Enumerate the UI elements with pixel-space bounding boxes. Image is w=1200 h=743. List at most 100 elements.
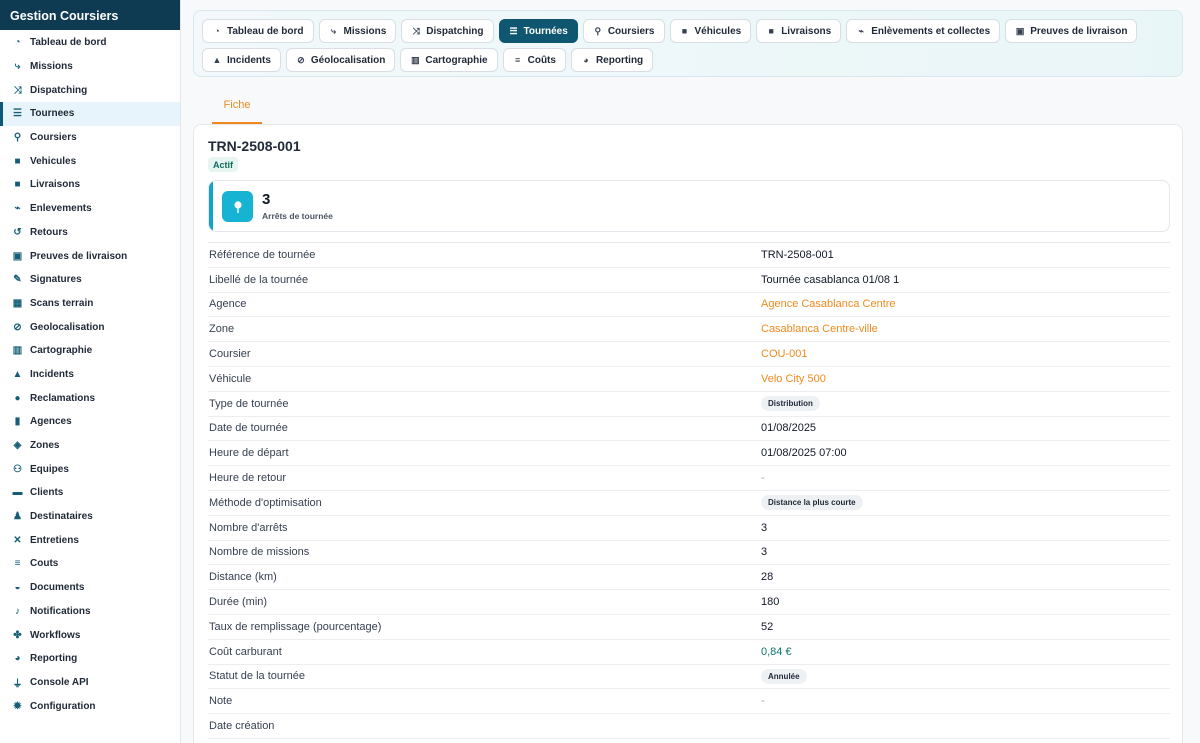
- sidebar-item-retours[interactable]: ↺ Retours: [0, 221, 180, 245]
- gear-icon: ✹: [13, 700, 22, 712]
- nav-button-2[interactable]: ⤨ Dispatching: [401, 19, 494, 43]
- nav-button-label: Coursiers: [607, 25, 655, 37]
- field-label: Distance (km): [209, 571, 277, 584]
- stat-value: 3: [262, 191, 271, 208]
- sidebar-item-tableau-de-bord[interactable]: ◔ Tableau de bord: [0, 31, 180, 55]
- sidebar-item-dispatching[interactable]: ⤨ Dispatching: [0, 78, 180, 102]
- clipboard-check-icon: ▣: [1015, 25, 1025, 36]
- detail-row: Taux de remplissage (pourcentage) 52: [208, 615, 1170, 640]
- sidebar-item-console-api[interactable]: ⏚ Console API: [0, 671, 180, 695]
- sidebar-item-signatures[interactable]: ✎ Signatures: [0, 268, 180, 292]
- field-label: Heure de retour: [209, 472, 287, 485]
- sidebar-item-label: Console API: [30, 676, 89, 688]
- nav-button-1[interactable]: ⤷ Missions: [318, 19, 397, 43]
- field-value[interactable]: COU-001: [761, 348, 807, 360]
- sidebar-item-label: Agences: [30, 416, 72, 428]
- sidebar-item-coursiers[interactable]: ⚲ Coursiers: [0, 126, 180, 150]
- nav-button-3[interactable]: ☰ Tournées: [498, 19, 578, 43]
- sidebar-item-workflows[interactable]: ✤ Workflows: [0, 623, 180, 647]
- sidebar-item-label: Zones: [30, 440, 60, 452]
- delivery-truck-icon: ■: [14, 179, 21, 191]
- sidebar-item-zones[interactable]: ◈ Zones: [0, 434, 180, 458]
- nav-button-label: Reporting: [595, 54, 644, 66]
- sidebar-item-entretiens[interactable]: ✕ Entretiens: [0, 528, 180, 552]
- sidebar-item-couts[interactable]: ≡ Couts: [0, 552, 180, 576]
- field-label: Heure de départ: [209, 447, 289, 460]
- sidebar-item-label: Preuves de livraison: [30, 250, 128, 262]
- value-badge: Distance la plus courte: [761, 495, 863, 511]
- clipboard-check-icon: ▣: [12, 250, 23, 262]
- nav-button-10[interactable]: ⊘ Géolocalisation: [285, 48, 396, 72]
- detail-row: Agence Agence Casablanca Centre: [208, 293, 1170, 318]
- nav-button-5[interactable]: ■ Véhicules: [669, 19, 752, 43]
- field-value: -: [761, 695, 765, 708]
- shuffle-icon: ⤨: [412, 25, 420, 36]
- nav-button-label: Coûts: [527, 54, 556, 66]
- nav-button-11[interactable]: ▥ Cartographie: [400, 48, 498, 72]
- detail-row: Heure de retour -: [208, 466, 1170, 491]
- warning-icon: ▲: [12, 368, 23, 380]
- field-value[interactable]: Casablanca Centre-ville: [761, 323, 878, 335]
- sidebar-item-label: Workflows: [30, 629, 81, 641]
- map-icon: ▥: [12, 345, 23, 357]
- field-label: Taux de remplissage (pourcentage): [209, 620, 382, 633]
- sidebar-item-reporting[interactable]: ◕ Reporting: [0, 647, 180, 671]
- field-label: Date création: [209, 720, 275, 733]
- nav-button-6[interactable]: ■ Livraisons: [756, 19, 842, 43]
- bicycle-icon: ⚲: [594, 25, 602, 36]
- sidebar-item-agences[interactable]: ▮ Agences: [0, 410, 180, 434]
- sidebar-item-notifications[interactable]: ♪ Notifications: [0, 600, 180, 624]
- sidebar-item-tournees[interactable]: ☰ Tournees: [0, 102, 180, 126]
- sidebar-item-preuves-de-livraison[interactable]: ▣ Preuves de livraison: [0, 244, 180, 268]
- nav-button-13[interactable]: ◕ Reporting: [570, 48, 654, 72]
- nav-button-0[interactable]: ◔ Tableau de bord: [202, 19, 314, 43]
- field-label: Libellé de la tournée: [209, 273, 309, 286]
- sidebar-item-label: Missions: [30, 61, 73, 73]
- nav-button-4[interactable]: ⚲ Coursiers: [582, 19, 665, 43]
- record-title: TRN-2508-001: [208, 138, 301, 154]
- detail-row: Zone Casablanca Centre-ville: [208, 317, 1170, 343]
- field-value[interactable]: Velo City 500: [761, 373, 826, 385]
- sidebar-item-scans-terrain[interactable]: ▦ Scans terrain: [0, 292, 180, 316]
- chart-pie-icon: ◕: [583, 55, 589, 65]
- sidebar-item-label: Cartographie: [30, 345, 93, 357]
- sidebar-item-label: Entretiens: [30, 534, 79, 546]
- nav-button-7[interactable]: ⌁ Enlèvements et collectes: [846, 19, 1001, 43]
- field-value: 28: [761, 571, 774, 584]
- nav-button-label: Tournées: [523, 25, 568, 37]
- sidebar-item-reclamations[interactable]: ● Reclamations: [0, 386, 180, 410]
- chart-pie-icon: ◕: [14, 653, 21, 665]
- nav-button-9[interactable]: ▲ Incidents: [202, 48, 281, 72]
- sidebar: Gestion Coursiers ◔ Tableau de bord ⤷ Missi…: [0, 0, 181, 743]
- sidebar-item-configuration[interactable]: ✹ Configuration: [0, 694, 180, 718]
- sidebar-item-clients[interactable]: ▬ Clients: [0, 481, 180, 505]
- sidebar-item-geolocalisation[interactable]: ⊘ Geolocalisation: [0, 315, 180, 339]
- sidebar-item-label: Vehicules: [30, 155, 77, 167]
- sidebar-item-equipes[interactable]: ⚇ Equipes: [0, 457, 180, 481]
- record-card: TRN-2508-001 Actif 3 Arrêts de tournée R…: [193, 124, 1183, 743]
- sidebar-item-documents[interactable]: ◒ Documents: [0, 576, 180, 600]
- sidebar-item-livraisons[interactable]: ■ Livraisons: [0, 173, 180, 197]
- coins-icon: ≡: [14, 558, 21, 570]
- sidebar-item-incidents[interactable]: ▲ Incidents: [0, 363, 180, 387]
- field-value: 01/08/2025: [761, 422, 817, 435]
- tab-fiche[interactable]: Fiche: [212, 90, 262, 124]
- field-label: Zone: [209, 323, 235, 336]
- sidebar-item-label: Scans terrain: [30, 297, 94, 309]
- building-icon: ▮: [14, 416, 21, 428]
- dashboard-icon: ◔: [14, 37, 21, 49]
- sidebar-item-vehicules[interactable]: ■ Vehicules: [0, 149, 180, 173]
- field-value[interactable]: Agence Casablanca Centre: [761, 298, 896, 310]
- map-pin-icon: [222, 191, 253, 222]
- field-value: 3: [761, 546, 768, 559]
- details-table: Référence de tournée TRN-2508-001 Libellé …: [208, 242, 1170, 739]
- sidebar-item-enlevements[interactable]: ⌁ Enlevements: [0, 197, 180, 221]
- detail-row: Date création: [208, 714, 1170, 739]
- folder-icon: ◒: [14, 582, 21, 594]
- sidebar-item-cartographie[interactable]: ▥ Cartographie: [0, 339, 180, 363]
- nav-button-12[interactable]: ≡ Coûts: [502, 48, 566, 72]
- sidebar-item-missions[interactable]: ⤷ Missions: [0, 55, 180, 79]
- sidebar-item-label: Geolocalisation: [30, 321, 105, 333]
- nav-button-8[interactable]: ▣ Preuves de livraison: [1005, 19, 1138, 43]
- sidebar-item-destinataires[interactable]: ♟ Destinataires: [0, 505, 180, 529]
